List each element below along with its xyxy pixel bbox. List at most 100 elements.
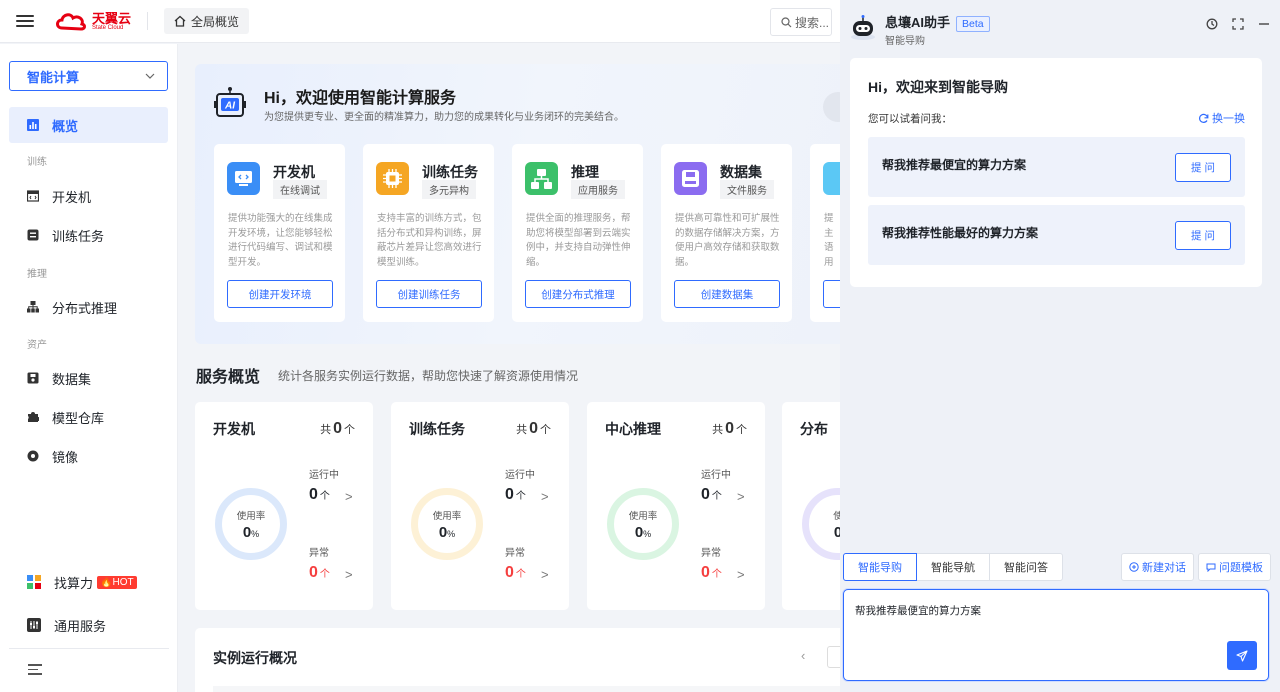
tab-global-overview[interactable]: 全局概览 xyxy=(164,8,250,34)
sidebar-item-distributed-inference[interactable]: 分布式推理 xyxy=(9,289,168,325)
chevron-right-icon[interactable]: > xyxy=(541,489,549,504)
stat-title: 训练任务 xyxy=(409,421,465,437)
abnormal-value[interactable]: 0个 xyxy=(309,564,330,582)
group-label-inference: 推理 xyxy=(27,269,47,280)
card-tag: 文件服务 xyxy=(720,180,774,199)
suggestion-item[interactable]: 帮我推荐最便宜的算力方案 提 问 xyxy=(868,137,1245,197)
new-chat-button[interactable]: 新建对话 xyxy=(1121,553,1194,581)
pager-prev-button[interactable]: ‹ xyxy=(801,648,805,663)
ask-button[interactable]: 提 问 xyxy=(1175,221,1231,250)
minimize-icon[interactable] xyxy=(1258,18,1270,30)
code-icon xyxy=(227,162,260,195)
product-selector[interactable]: 智能计算 xyxy=(9,61,168,91)
usage-unit: % xyxy=(251,528,260,539)
total-value: 0 xyxy=(725,420,734,437)
search-input[interactable]: 搜索... xyxy=(770,8,832,36)
divider xyxy=(9,648,169,649)
chevron-right-icon[interactable]: > xyxy=(737,489,745,504)
running-value[interactable]: 0个 xyxy=(701,486,722,504)
chevron-right-icon[interactable]: > xyxy=(541,567,549,582)
card-description: 提主语用 xyxy=(824,213,834,268)
assistant-welcome-card: Hi，欢迎来到智能导购 您可以试着问我： 换一换 帮我推荐最便宜的算力方案 提 … xyxy=(850,58,1262,287)
usage-ring: 使 0 xyxy=(802,488,840,560)
card-tag: 多元异构 xyxy=(422,180,476,199)
sidebar-item-label: 通用服务 xyxy=(54,618,107,634)
ask-button[interactable]: 提 问 xyxy=(1175,153,1231,182)
running-value[interactable]: 0个 xyxy=(505,486,526,504)
tab-smart-shopping[interactable]: 智能导购 xyxy=(843,553,917,581)
send-button[interactable] xyxy=(1227,641,1257,670)
section-subtitle: 统计各服务实例运行数据，帮助您快速了解资源使用情况 xyxy=(278,369,579,383)
suggestion-text: 帮我推荐最便宜的算力方案 xyxy=(882,158,1027,172)
try-label: 您可以试着问我： xyxy=(868,113,952,125)
usage-label: 使用率 xyxy=(432,510,462,522)
logo[interactable]: 天翼云 State Cloud xyxy=(54,11,131,31)
sidebar-item-training-task[interactable]: 训练任务 xyxy=(9,217,168,253)
refresh-icon xyxy=(1199,113,1209,123)
fullscreen-icon[interactable] xyxy=(1232,18,1244,30)
sidebar-item-dev-machine[interactable]: 开发机 xyxy=(9,178,168,214)
chat-input[interactable]: 帮我推荐最便宜的算力方案 xyxy=(855,603,1235,618)
divider xyxy=(147,12,149,30)
usage-number: 0 xyxy=(438,523,448,541)
greeting-text: Hi，欢迎来到智能导购 xyxy=(868,79,1008,95)
pager-page-box[interactable] xyxy=(827,646,840,668)
running-unit: 个 xyxy=(319,491,330,502)
chat-bubble-icon xyxy=(1206,563,1216,572)
chevron-right-icon[interactable]: > xyxy=(345,567,353,582)
total-prefix: 共 xyxy=(320,424,332,436)
usage-ring: 使用率 0% xyxy=(411,488,483,560)
stat-card-training: 训练任务 共0个 使用率 0% 运行中 0个 > 异常 0个 > xyxy=(391,402,569,610)
abnormal-value[interactable]: 0个 xyxy=(701,564,722,582)
stat-total: 共0个 xyxy=(516,420,551,438)
question-template-button[interactable]: 问题模板 xyxy=(1198,553,1271,581)
running-number: 0 xyxy=(505,486,514,503)
chevron-right-icon[interactable]: > xyxy=(737,567,745,582)
sidebar-item-model-repo[interactable]: 模型仓库 xyxy=(9,399,168,435)
card-button[interactable] xyxy=(823,280,840,308)
collapse-menu-icon[interactable] xyxy=(28,662,42,677)
usage-ring: 使用率 0% xyxy=(215,488,287,560)
running-label: 运行中 xyxy=(505,470,535,481)
sidebar-item-overview[interactable]: 概览 xyxy=(9,107,168,143)
service-card-dataset: 数据集 文件服务 提供高可靠性和可扩展性的数据存储解决方案，方便用户高效存储和获… xyxy=(661,144,792,322)
sidebar-item-image[interactable]: 镜像 xyxy=(9,438,168,474)
stat-card-central-inference: 中心推理 共0个 使用率 0% 运行中 0个 > 异常 0个 > xyxy=(587,402,765,610)
stat-total: 共0个 xyxy=(712,420,747,438)
sidebar-item-label: 训练任务 xyxy=(52,228,105,244)
sidebar-item-general-services[interactable]: 通用服务 xyxy=(9,607,168,643)
card-description: 提供全面的推理服务，帮助您将模型部署到云端实例中，并支持自动弹性伸缩。 xyxy=(526,213,631,268)
create-dataset-button[interactable]: 创建数据集 xyxy=(674,280,780,308)
chevron-right-icon[interactable]: > xyxy=(345,489,353,504)
group-label-training: 训练 xyxy=(27,157,47,168)
sliders-icon xyxy=(27,618,41,632)
assistant-title-text: 息壤AI助手 xyxy=(885,15,951,30)
chat-input-box[interactable]: 帮我推荐最便宜的算力方案 xyxy=(843,589,1269,681)
template-label: 问题模板 xyxy=(1219,562,1263,574)
card-title: 训练任务 xyxy=(422,164,478,180)
create-distributed-inference-button[interactable]: 创建分布式推理 xyxy=(525,280,631,308)
create-training-task-button[interactable]: 创建训练任务 xyxy=(376,280,482,308)
create-dev-env-button[interactable]: 创建开发环境 xyxy=(227,280,333,308)
running-value[interactable]: 0个 xyxy=(309,486,330,504)
sidebar-item-find-compute[interactable]: 找算力 🔥HOT xyxy=(9,564,168,600)
disc-icon xyxy=(27,450,39,462)
tab-smart-navigation[interactable]: 智能导航 xyxy=(916,553,990,581)
svg-text:AI: AI xyxy=(224,101,235,112)
tab-smart-qa[interactable]: 智能问答 xyxy=(989,553,1063,581)
swap-button[interactable]: 换一换 xyxy=(1198,110,1245,126)
assistant-title: 息壤AI助手 Beta xyxy=(885,12,990,32)
colorful-grid-icon xyxy=(27,575,41,589)
menu-icon[interactable] xyxy=(16,12,34,30)
abnormal-value[interactable]: 0个 xyxy=(505,564,526,582)
suggestion-item[interactable]: 帮我推荐性能最好的算力方案 提 问 xyxy=(868,205,1245,265)
assistant-mode-tabs: 智能导购 智能导航 智能问答 xyxy=(843,553,1063,581)
stat-title: 中心推理 xyxy=(605,421,661,437)
card-title: 开发机 xyxy=(273,164,315,180)
abnormal-unit: 个 xyxy=(319,569,330,580)
sidebar-item-dataset[interactable]: 数据集 xyxy=(9,360,168,396)
card-description: 支持丰富的训练方式，包括分布式和异构训练，屏蔽芯片差异让您高效进行模型训练。 xyxy=(377,213,482,268)
chevron-down-icon xyxy=(145,73,155,79)
usage-value: 0% xyxy=(439,524,455,541)
history-icon[interactable] xyxy=(1206,18,1218,30)
